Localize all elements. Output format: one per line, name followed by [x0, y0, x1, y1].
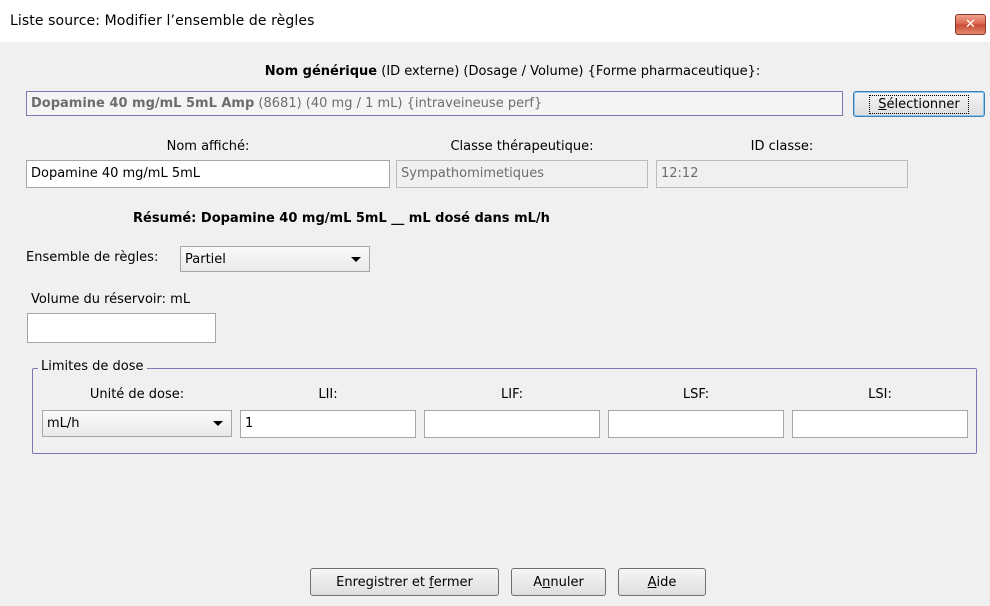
close-icon: ✕ — [965, 17, 976, 32]
dose-limits-legend: Limites de dose — [38, 359, 147, 374]
help-button[interactable]: Aide — [618, 568, 706, 596]
select-button-label: Sélectionner — [869, 94, 969, 114]
summary-text: Résumé: Dopamine 40 mg/mL 5mL __ mL dosé… — [133, 211, 550, 226]
class-id-label: ID classe: — [750, 139, 814, 154]
close-button[interactable]: ✕ — [955, 14, 986, 35]
generic-name-value-bold: Dopamine 40 mg/mL 5mL Amp — [31, 96, 255, 111]
title-bar: Liste source: Modifier l’ensemble de règ… — [0, 0, 990, 42]
dose-unit-value: mL/h — [47, 416, 80, 431]
ruleset-value: Partiel — [185, 251, 226, 267]
generic-name-value-rest: (8681) (40 mg / 1 mL) {intraveineuse per… — [254, 96, 543, 111]
lif-label: LIF: — [501, 387, 523, 402]
lii-label: LII: — [318, 387, 338, 402]
lif-input[interactable] — [424, 410, 600, 438]
cancel-label-post: nuler — [550, 574, 584, 590]
cancel-label-pre: A — [533, 574, 543, 590]
window-title: Liste source: Modifier l’ensemble de règ… — [10, 13, 315, 29]
chevron-down-icon — [351, 256, 361, 262]
dose-unit-label: Unité de dose: — [89, 387, 185, 402]
save-label-pre: Enregistrer et — [336, 574, 430, 590]
lii-input[interactable]: 1 — [240, 410, 416, 438]
therapeutic-class-field: Sympathomimetiques — [396, 160, 648, 188]
dose-unit-dropdown[interactable]: mL/h — [42, 410, 232, 437]
reservoir-label: Volume du réservoir: mL — [31, 292, 191, 307]
lsi-input[interactable] — [792, 410, 968, 438]
select-button[interactable]: Sélectionner — [853, 91, 985, 117]
lsi-label: LSI: — [868, 387, 892, 402]
save-label-post: ermer — [433, 574, 473, 590]
save-and-close-label: Enregistrer et fermer — [327, 573, 482, 592]
lsf-label: LSF: — [682, 387, 710, 402]
cancel-label: Annuler — [524, 573, 593, 592]
display-name-input[interactable]: Dopamine 40 mg/mL 5mL — [26, 160, 390, 188]
help-label-mnemonic: A — [647, 574, 657, 590]
therapeutic-class-label: Classe thérapeutique: — [450, 139, 594, 154]
display-name-label: Nom affiché: — [166, 139, 250, 154]
lsf-input[interactable] — [608, 410, 784, 438]
generic-name-header-rest: (ID externe) (Dosage / Volume) {Forme ph… — [377, 64, 761, 79]
chevron-down-icon — [213, 421, 223, 426]
cancel-button[interactable]: Annuler — [511, 568, 606, 596]
help-label: Aide — [639, 573, 686, 592]
help-label-post: ide — [656, 574, 677, 590]
ruleset-dropdown[interactable]: Partiel — [180, 246, 370, 272]
class-id-field: 12:12 — [656, 160, 908, 188]
select-label-post: électionner — [886, 96, 960, 112]
select-label-mnemonic: S — [878, 96, 887, 112]
generic-name-field: Dopamine 40 mg/mL 5mL Amp (8681) (40 mg … — [26, 91, 843, 116]
save-and-close-button[interactable]: Enregistrer et fermer — [310, 568, 499, 596]
generic-name-header: Nom générique (ID externe) (Dosage / Vol… — [0, 64, 990, 79]
ruleset-label: Ensemble de règles: — [26, 250, 159, 265]
generic-name-header-bold: Nom générique — [264, 64, 378, 79]
reservoir-input[interactable] — [27, 313, 216, 343]
